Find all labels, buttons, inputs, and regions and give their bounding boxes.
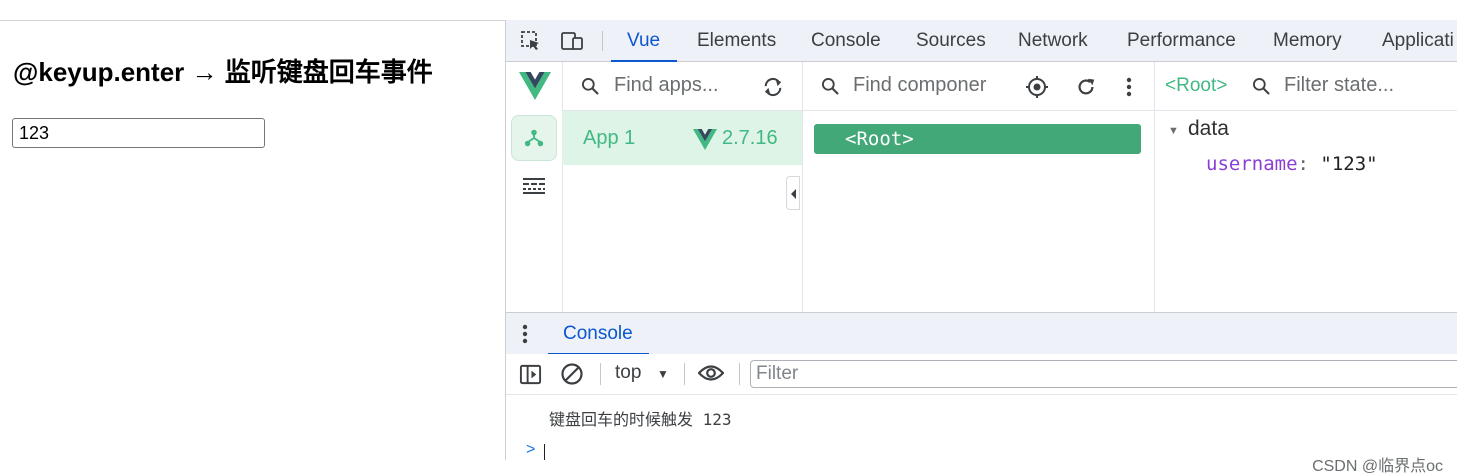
console-prompt-icon: > (526, 441, 536, 458)
app-list-item[interactable]: App 1 2.7.16 (562, 111, 802, 165)
watermark: CSDN @临界点oc (1312, 458, 1443, 475)
inspect-icon[interactable] (519, 29, 543, 53)
vue-logo-icon (519, 72, 551, 100)
collapse-panel-handle[interactable] (786, 176, 800, 210)
components-search-input[interactable]: Find componer (853, 74, 986, 97)
page-top-divider (0, 20, 505, 21)
tab-bar-separator (602, 31, 603, 51)
text-input[interactable] (12, 118, 265, 148)
timeline-icon[interactable] (522, 176, 546, 196)
vue-sidebar (506, 62, 563, 340)
data-section-label[interactable]: data (1188, 117, 1229, 141)
chevron-left-icon (791, 189, 796, 199)
apps-search-input[interactable]: Find apps... (614, 74, 719, 97)
console-log-message: 键盘回车的时候触发 123 (549, 410, 732, 429)
state-value: "123" (1320, 153, 1378, 175)
tab-network[interactable]: Network (1018, 20, 1088, 61)
app-name: App 1 (583, 127, 636, 149)
toolbar-separator (600, 363, 601, 385)
state-property-row[interactable]: username: "123" (1206, 153, 1378, 175)
apps-column: Find apps... App 1 2.7.16 (562, 62, 803, 312)
sidebar-toggle-icon[interactable] (519, 363, 542, 386)
tab-elements[interactable]: Elements (697, 20, 776, 61)
web-page: @keyup.enter → 监听键盘回车事件 (0, 0, 505, 460)
devtools-panel: Vue Elements Console Sources Network Per… (505, 20, 1457, 475)
drawer-tab-bar: Console (506, 312, 1457, 355)
state-inspector: <Root> Filter state... ▼ data username: … (1154, 62, 1457, 312)
more-vert-icon[interactable] (1126, 76, 1132, 98)
root-component-node[interactable]: <Root> (814, 124, 1141, 154)
search-icon (822, 78, 839, 95)
page-heading: @keyup.enter → 监听键盘回车事件 (13, 57, 433, 87)
state-key: username (1206, 153, 1298, 175)
select-component-icon[interactable] (1025, 75, 1049, 99)
tab-console[interactable]: Console (811, 20, 881, 61)
tab-sources[interactable]: Sources (916, 20, 986, 61)
state-header: <Root> Filter state... (1154, 62, 1457, 111)
apps-header: Find apps... (562, 62, 802, 111)
drawer-tab-console[interactable]: Console (548, 313, 649, 355)
components-column: Find componer <Root> (802, 62, 1155, 312)
components-header: Find componer (802, 62, 1154, 111)
console-filter-input[interactable]: Filter (750, 360, 1457, 388)
clear-console-icon[interactable] (560, 362, 584, 386)
tab-performance[interactable]: Performance (1127, 20, 1236, 61)
tab-vue[interactable]: Vue (610, 20, 678, 62)
selected-component-name: <Root> (1165, 75, 1228, 96)
components-tab-button[interactable] (511, 115, 557, 161)
device-toggle-icon[interactable] (560, 29, 584, 53)
tab-application[interactable]: Applicati (1382, 20, 1454, 61)
context-selector[interactable]: top (615, 362, 641, 384)
app-version: 2.7.16 (722, 127, 778, 149)
console-input-cursor[interactable] (544, 444, 545, 460)
console-toolbar: top ▼ Filter (506, 354, 1457, 395)
eye-icon[interactable] (698, 363, 724, 383)
toolbar-separator (684, 363, 685, 385)
search-icon (1253, 78, 1270, 95)
key-separator: : (1297, 153, 1321, 175)
expand-caret-icon[interactable]: ▼ (1168, 125, 1179, 137)
devtools-tab-bar: Vue Elements Console Sources Network Per… (506, 20, 1457, 62)
drawer-menu-icon[interactable] (522, 323, 528, 345)
state-filter-input[interactable]: Filter state... (1284, 74, 1394, 97)
refresh-icon[interactable] (1075, 76, 1097, 98)
tab-memory[interactable]: Memory (1273, 20, 1342, 61)
chevron-down-icon[interactable]: ▼ (657, 367, 669, 381)
refresh-apps-icon[interactable] (762, 76, 784, 98)
toolbar-separator (739, 363, 740, 385)
search-icon (582, 78, 599, 95)
component-tree-icon (524, 129, 544, 147)
vue-version-icon (693, 129, 717, 150)
